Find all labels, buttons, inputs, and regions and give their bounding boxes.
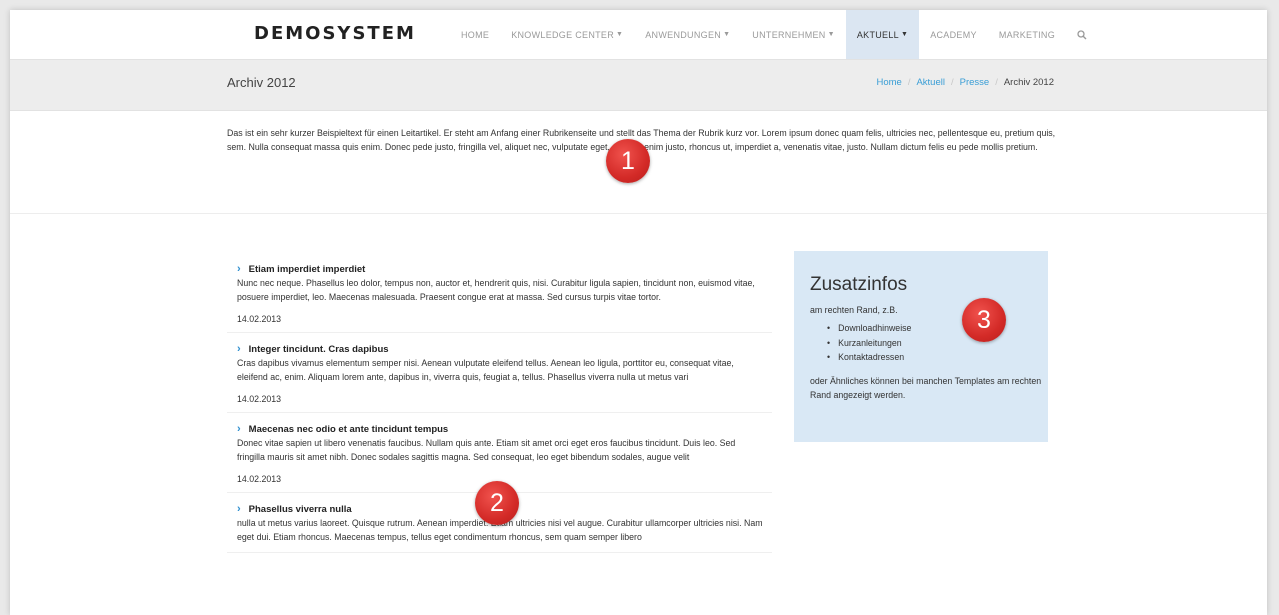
nav-label: ACADEMY [930,29,977,40]
breadcrumb-aktuell[interactable]: Aktuell [916,77,945,88]
infobox-list: Downloadhinweise Kurzanleitungen Kontakt… [827,321,911,365]
nav-label: MARKETING [998,29,1056,40]
page-sheet: DEMOSYSTEM HOME KNOWLEDGE CENTER ▼ ANWEND… [10,10,1267,615]
nav-knowledge-center[interactable]: KNOWLEDGE CENTER ▼ [500,10,634,59]
nav-label: UNTERNEHMEN [752,29,826,40]
article-title[interactable]: Etiam imperdiet imperdiet [249,264,366,275]
nav-aktuell[interactable]: AKTUELL ▼ [845,10,920,59]
article-teaser: Cras dapibus vivamus elementum semper ni… [237,358,734,382]
article-title[interactable]: Phasellus viverra nulla [249,504,352,515]
nav-label: ANWENDUNGEN [645,29,722,40]
nav-anwendungen[interactable]: ANWENDUNGEN ▼ [634,10,741,59]
infobox-footer: oder Ähnliches können bei manchen Templa… [810,376,1042,400]
callout-marker-1: 1 [606,139,650,183]
site-logo[interactable]: DEMOSYSTEM [254,23,416,44]
breadcrumb-home[interactable]: Home [876,77,901,88]
infobox-subtitle: am rechten Rand, z.B. [810,305,898,315]
nav-label: AKTUELL [856,29,899,40]
nav-label: HOME [461,29,490,40]
search-icon [1077,29,1087,39]
breadcrumb-separator: / [950,77,954,88]
caret-down-icon: ▼ [723,31,731,38]
caret-down-icon: ▼ [616,31,624,38]
nav-unternehmen[interactable]: UNTERNEHMEN ▼ [741,10,846,59]
article-title[interactable]: Maecenas nec odio et ante tincidunt temp… [249,424,449,435]
article-teaser: Donec vitae sapien ut libero venenatis f… [237,438,736,462]
article-teaser: Nunc nec neque. Phasellus leo dolor, tem… [237,278,755,302]
callout-marker-3: 3 [962,298,1006,342]
nav-home[interactable]: HOME [450,10,500,59]
list-item: › Etiam imperdiet imperdiet Nunc nec nequ… [227,253,772,333]
nav-academy[interactable]: ACADEMY [919,10,988,59]
nav-marketing[interactable]: MARKETING [988,10,1066,59]
article-date: 14.02.2013 [237,394,282,404]
breadcrumb-current: Archiv 2012 [1003,77,1054,88]
infobox-list-item: Kontaktadressen [827,350,911,365]
article-heading[interactable]: › Integer tincidunt. Cras dapibus [227,343,772,355]
breadcrumb: Home / Aktuell / Presse / Archiv 2012 [876,77,1054,88]
top-navigation: DEMOSYSTEM HOME KNOWLEDGE CENTER ▼ ANWEND… [10,10,1267,59]
article-heading[interactable]: › Maecenas nec odio et ante tincidunt tem… [227,423,772,435]
infobox-list-item: Kurzanleitungen [827,336,911,351]
caret-down-icon: ▼ [827,31,835,38]
sidebar-infobox: Zusatzinfos am rechten Rand, z.B. Downlo… [794,251,1048,442]
nav-label: KNOWLEDGE CENTER [511,29,615,40]
breadcrumb-presse[interactable]: Presse [960,77,990,88]
breadcrumb-separator: / [907,77,911,88]
caret-down-icon: ▼ [900,31,909,38]
main-nav: HOME KNOWLEDGE CENTER ▼ ANWENDUNGEN ▼ UNTE… [450,10,1098,59]
article-heading[interactable]: › Etiam imperdiet imperdiet [227,263,772,275]
callout-marker-2: 2 [475,481,519,525]
section-divider [10,213,1267,214]
chevron-right-icon: › [237,263,241,275]
article-title[interactable]: Integer tincidunt. Cras dapibus [249,344,389,355]
search-button[interactable] [1066,10,1098,59]
chevron-right-icon: › [237,503,241,515]
page-title: Archiv 2012 [227,75,296,90]
chevron-right-icon: › [237,423,241,435]
chevron-right-icon: › [237,343,241,355]
infobox-list-item: Downloadhinweise [827,321,911,336]
infobox-title: Zusatzinfos [810,274,908,295]
breadcrumb-separator: / [995,77,998,88]
list-item: › Integer tincidunt. Cras dapibus Cras da… [227,333,772,413]
page-header-band: Archiv 2012 Home / Aktuell / Presse / Ar… [10,59,1267,111]
article-date: 14.02.2013 [237,314,282,324]
